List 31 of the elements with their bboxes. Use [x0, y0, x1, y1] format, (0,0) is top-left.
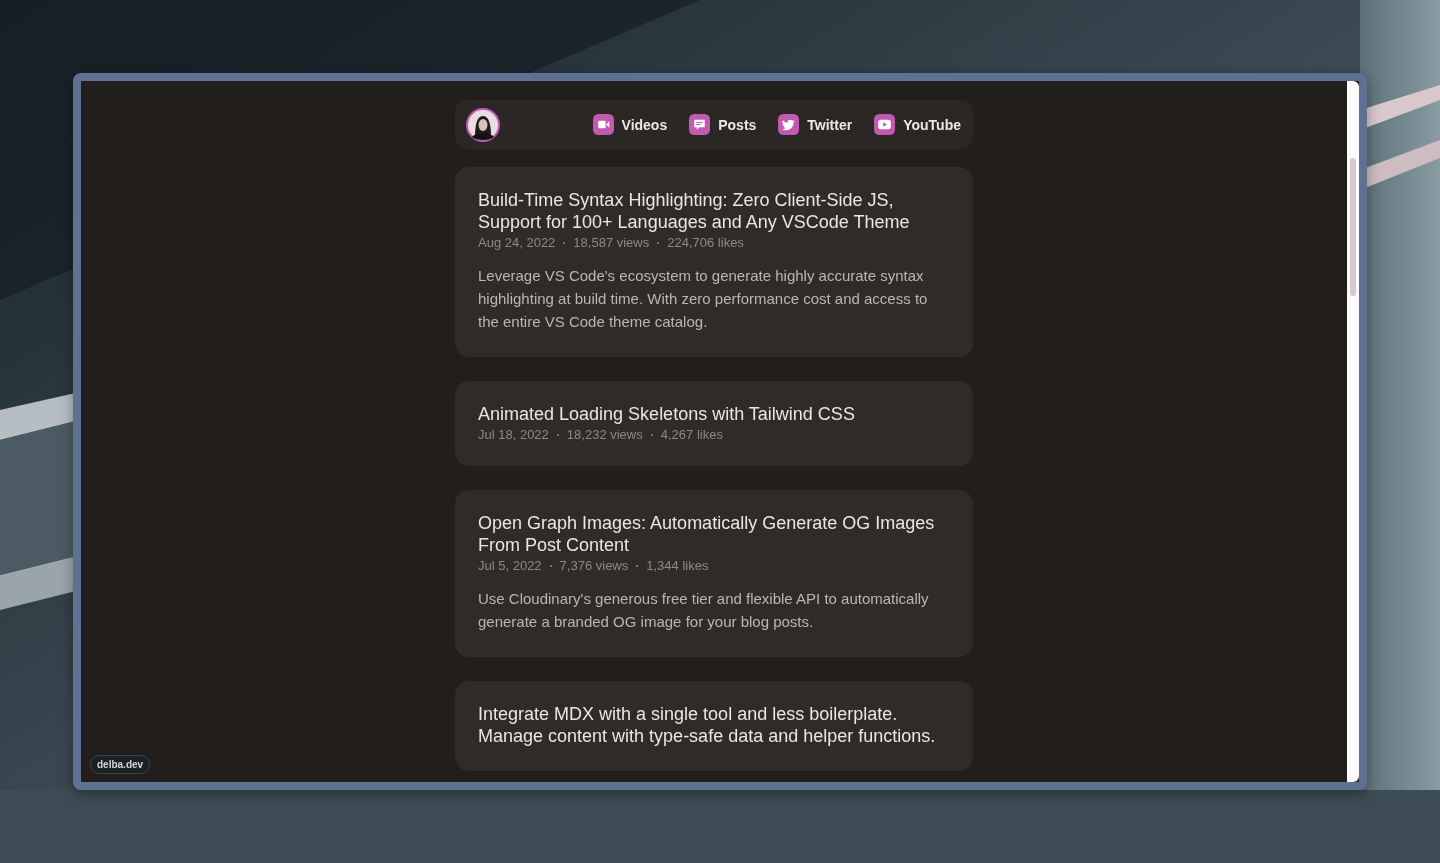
like-count: 224,706 likes [667, 235, 744, 250]
scrollbar[interactable] [1347, 81, 1359, 782]
nav-link[interactable]: Posts [689, 114, 757, 135]
nav-link[interactable]: YouTube [874, 114, 961, 135]
chat-bubble-icon [689, 114, 711, 135]
post-card[interactable] [455, 490, 973, 657]
view-count: 18,232 views [566, 427, 643, 442]
post-description: Leverage VS Code's ecosystem to generate highly accurate syntax highlighting at build time. With zero performance cost and access to the entire VS Code theme catalog. [478, 266, 929, 332]
view-count: 7,376 views [559, 558, 629, 573]
bird-icon [778, 114, 800, 135]
post-title: Integrate MDX with a single tool and less boilerplate. Manage content with type-safe data and helper functions. [478, 703, 937, 747]
like-count: 4,267 likes [660, 427, 723, 442]
post-title: Open Graph Images: Automatically Generate OG Images From Post Content [478, 512, 936, 556]
post-date: Jul 5, 2022 [478, 558, 542, 573]
scroll-thumb[interactable] [1350, 158, 1356, 296]
avatar [466, 107, 500, 142]
post-card[interactable] [455, 167, 973, 357]
post-card[interactable]: Integrate MDX with a single tool and less boilerplate. Manage content with type-safe data and helper functions. [455, 681, 973, 771]
video-camera-icon [592, 114, 614, 135]
post-description: Use Cloudinary's generous free tier and flexible API to automatically generate a branded OG image for your blog posts. [478, 589, 930, 632]
site-badge: delba.dev [90, 755, 151, 774]
post-date: Jul 18, 2022 [478, 427, 549, 442]
nav-link[interactable]: Videos [592, 114, 668, 135]
post-date: Aug 24, 2022 [478, 235, 556, 250]
view-count: 18,587 views [573, 235, 650, 250]
nav-link[interactable]: Twitter [778, 114, 853, 135]
like-count: 1,344 likes [646, 558, 709, 573]
play-icon [874, 114, 896, 135]
post-title: Animated Loading Skeletons with Tailwind CSS [478, 403, 856, 425]
post-title: Build-Time Syntax Highlighting: Zero Client-Side JS, Support for 100+ Languages and Any VSCode Theme [478, 189, 911, 233]
post-card[interactable]: Animated Loading Skeletons with Tailwind CSS Jul 18, 2022 18,232 views 4,267 likes [455, 381, 973, 466]
